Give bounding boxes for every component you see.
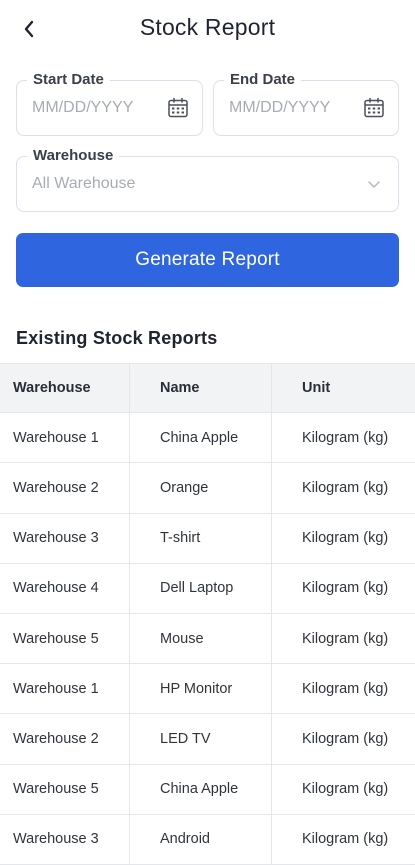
cell-warehouse: Warehouse 2 — [0, 714, 130, 764]
cell-warehouse: Warehouse 3 — [0, 513, 130, 563]
calendar-icon[interactable] — [362, 96, 386, 120]
start-date-label: Start Date — [27, 70, 110, 90]
table-row[interactable]: Warehouse 2 Orange Kilogram (kg) — [0, 463, 415, 514]
cell-unit: Kilogram (kg) — [302, 680, 389, 697]
warehouse-select[interactable]: Warehouse All Warehouse — [16, 146, 399, 212]
column-header-warehouse[interactable]: Warehouse — [0, 364, 130, 413]
cell-name: Android — [130, 814, 272, 864]
warehouse-value: All Warehouse — [32, 175, 136, 192]
table-header-row: Warehouse Name Unit — [0, 363, 415, 414]
cell-name: T-shirt — [130, 513, 272, 563]
cell-unit: Kilogram (kg) — [302, 530, 389, 547]
stock-reports-table: Warehouse Name Unit Warehouse 1 China Ap… — [0, 363, 415, 865]
start-date-field[interactable]: Start Date MM/DD/YYYY — [16, 70, 203, 136]
table-row[interactable]: Warehouse 4 Dell Laptop Kilogram (kg) — [0, 563, 415, 614]
end-date-field[interactable]: End Date MM/DD/YYYY — [213, 70, 399, 136]
cell-name: China Apple — [130, 413, 272, 463]
end-date-placeholder: MM/DD/YYYY — [229, 99, 331, 116]
cell-name: HP Monitor — [130, 664, 272, 714]
app-header: Stock Report — [0, 0, 415, 58]
cell-name: LED TV — [130, 714, 272, 764]
table-row[interactable]: Warehouse 3 T-shirt Kilogram (kg) — [0, 513, 415, 564]
column-header-name[interactable]: Name — [130, 364, 272, 413]
calendar-icon[interactable] — [166, 96, 190, 120]
cell-unit: Kilogram (kg) — [302, 580, 389, 597]
cell-unit: Kilogram (kg) — [302, 730, 389, 747]
section-title: Existing Stock Reports — [16, 328, 218, 348]
cell-unit: Kilogram (kg) — [302, 630, 389, 647]
cell-name: Orange — [130, 463, 272, 513]
start-date-placeholder: MM/DD/YYYY — [32, 99, 134, 116]
table-row[interactable]: Warehouse 5 Mouse Kilogram (kg) — [0, 613, 415, 665]
cell-unit: Kilogram (kg) — [302, 429, 389, 446]
cell-warehouse: Warehouse 4 — [0, 563, 130, 613]
table-row[interactable]: Warehouse 1 HP Monitor Kilogram (kg) — [0, 664, 415, 715]
cell-warehouse: Warehouse 1 — [0, 413, 130, 463]
table-row[interactable]: Warehouse 3 Android Kilogram (kg) — [0, 814, 415, 865]
end-date-label: End Date — [224, 70, 302, 90]
cell-warehouse: Warehouse 2 — [0, 463, 130, 513]
cell-warehouse: Warehouse 5 — [0, 764, 130, 814]
cell-unit: Kilogram (kg) — [302, 479, 389, 496]
cell-unit: Kilogram (kg) — [302, 781, 389, 798]
cell-warehouse: Warehouse 1 — [0, 664, 130, 714]
chevron-down-icon[interactable] — [362, 172, 386, 196]
table-row[interactable]: Warehouse 1 China Apple Kilogram (kg) — [0, 413, 415, 464]
cell-name: Dell Laptop — [130, 563, 272, 613]
cell-warehouse: Warehouse 5 — [0, 613, 130, 664]
table-row[interactable]: Warehouse 5 China Apple Kilogram (kg) — [0, 764, 415, 815]
page-title: Stock Report — [139, 14, 276, 40]
warehouse-label: Warehouse — [27, 146, 120, 166]
cell-name: Mouse — [130, 613, 272, 664]
table-row[interactable]: Warehouse 2 LED TV Kilogram (kg) — [0, 714, 415, 765]
column-header-unit[interactable]: Unit — [272, 364, 415, 412]
generate-report-button[interactable]: Generate Report — [16, 233, 399, 287]
cell-warehouse: Warehouse 3 — [0, 814, 130, 864]
cell-name: China Apple — [130, 764, 272, 814]
cell-unit: Kilogram (kg) — [302, 831, 389, 848]
